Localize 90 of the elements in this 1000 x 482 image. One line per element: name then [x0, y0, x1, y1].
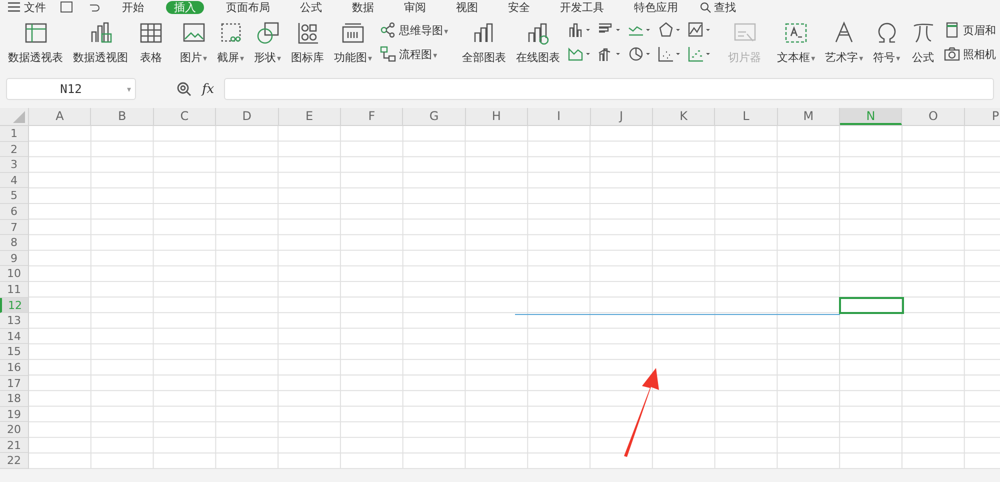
ribbon-tab[interactable]: 安全 — [500, 0, 538, 14]
menu-icon — [8, 2, 20, 12]
column-header[interactable]: I — [528, 108, 591, 125]
chart-type-icon[interactable] — [658, 46, 682, 62]
column-header[interactable]: N — [840, 108, 902, 125]
column-header[interactable]: P — [964, 108, 1000, 125]
formula-input[interactable] — [224, 78, 994, 100]
ribbon-tab[interactable]: 特色应用 — [626, 0, 686, 14]
save-icon[interactable] — [60, 1, 73, 13]
ribbon-button[interactable]: 截屏▾ — [215, 20, 246, 64]
ribbon-button[interactable]: 思维导图▾ — [380, 22, 448, 38]
row-header[interactable]: 3 — [0, 157, 28, 173]
row-header[interactable]: 18 — [0, 391, 28, 407]
column-header[interactable]: K — [652, 108, 716, 125]
ribbon-tab[interactable]: 数据 — [344, 0, 382, 14]
row-header[interactable]: 12 — [0, 298, 28, 314]
column-header[interactable]: J — [590, 108, 653, 125]
dropdown-caret[interactable]: ▾ — [126, 84, 131, 94]
row-header[interactable]: 16 — [0, 360, 28, 376]
flowchart-icon — [380, 46, 396, 62]
column-header[interactable]: B — [91, 108, 154, 125]
ribbon-tab[interactable]: 开始 — [114, 0, 152, 14]
column-header[interactable]: F — [340, 108, 404, 125]
row-header[interactable]: 15 — [0, 344, 28, 360]
row-header[interactable]: 4 — [0, 172, 28, 188]
ribbon-button[interactable]: 形状▾ — [252, 20, 284, 64]
row-header[interactable]: 20 — [0, 422, 28, 438]
column-header[interactable]: L — [715, 108, 778, 125]
chart-type-icon[interactable] — [688, 22, 712, 38]
ribbon-button[interactable]: 照相机 — [944, 46, 996, 62]
file-menu[interactable]: 文件 — [8, 0, 46, 14]
ribbon-tab[interactable]: 插入 — [166, 0, 204, 14]
ribbon-tab[interactable]: 开发工具 — [552, 0, 612, 14]
row-header[interactable]: 21 — [0, 438, 28, 454]
ribbon-button[interactable]: 全部图表 — [460, 20, 508, 64]
row-header[interactable]: 7 — [0, 220, 28, 236]
row-header[interactable]: 1 — [0, 126, 28, 142]
chart-type-icon[interactable] — [568, 22, 592, 38]
camera-icon — [944, 46, 960, 62]
chart-type-icon[interactable] — [688, 46, 712, 62]
ribbon-button[interactable]: 数据透视表 — [6, 20, 65, 64]
zoom-icon[interactable] — [176, 81, 192, 97]
row-header[interactable]: 9 — [0, 250, 28, 266]
arrow-icon — [622, 366, 662, 458]
column-header[interactable]: C — [154, 108, 216, 125]
row-header[interactable]: 13 — [0, 313, 28, 329]
ribbon-button[interactable]: 图片▾ — [178, 20, 210, 64]
name-box[interactable]: N12 ▾ — [6, 78, 136, 100]
ribbon-tab[interactable]: 页面布局 — [218, 0, 278, 14]
ribbon-button[interactable]: 页眉和 — [944, 22, 996, 38]
chart-type-icon[interactable] — [628, 46, 652, 62]
cell-grid[interactable] — [29, 126, 1000, 470]
column-header[interactable]: G — [403, 108, 466, 125]
column-header[interactable]: E — [278, 108, 341, 125]
column-header[interactable]: D — [216, 108, 279, 125]
selected-cell[interactable] — [839, 296, 904, 314]
mind-map-icon — [380, 22, 396, 38]
column-header[interactable]: H — [466, 108, 528, 125]
column-header[interactable]: O — [902, 108, 965, 125]
ribbon-button[interactable]: 数据透视图 — [71, 20, 130, 64]
row-header[interactable]: 6 — [0, 204, 28, 220]
ribbon-tab[interactable]: 审阅 — [396, 0, 434, 14]
chart-type-icon[interactable] — [598, 46, 622, 62]
row-header[interactable]: 8 — [0, 235, 28, 251]
fx-label[interactable]: fx — [202, 82, 214, 96]
ribbon-button[interactable]: 艺术字▾ — [823, 20, 866, 64]
ribbon-button[interactable]: 公式 — [908, 20, 938, 64]
row-header[interactable]: 14 — [0, 328, 28, 344]
ribbon-tab[interactable]: 公式 — [292, 0, 330, 14]
chart-type-icon[interactable] — [568, 46, 592, 62]
ribbon-button[interactable]: 在线图表 — [514, 20, 562, 64]
page-header-icon — [944, 22, 960, 38]
row-header[interactable]: 10 — [0, 266, 28, 282]
ribbon-button[interactable]: 符号▾ — [871, 20, 902, 64]
shapes-icon — [254, 20, 281, 46]
ribbon-button[interactable]: 流程图▾ — [380, 46, 448, 62]
ribbon-button[interactable]: 图标库 — [289, 20, 326, 64]
row-header[interactable]: 17 — [0, 376, 28, 392]
search-icon — [700, 2, 711, 12]
ribbon-button[interactable]: 文本框▾ — [775, 20, 818, 64]
row-header[interactable]: 22 — [0, 453, 28, 470]
ribbon-tab[interactable]: 视图 — [448, 0, 486, 14]
column-header[interactable]: A — [29, 108, 92, 125]
row-header[interactable]: 5 — [0, 188, 28, 204]
row-header[interactable]: 19 — [0, 406, 28, 422]
find-button[interactable]: 查找 — [700, 0, 736, 14]
ribbon-button[interactable]: 功能图▾ — [332, 20, 374, 64]
chart-type-icon[interactable] — [658, 22, 682, 38]
ribbon-button[interactable]: 表格 — [136, 20, 166, 64]
row-header[interactable]: 2 — [0, 142, 28, 158]
